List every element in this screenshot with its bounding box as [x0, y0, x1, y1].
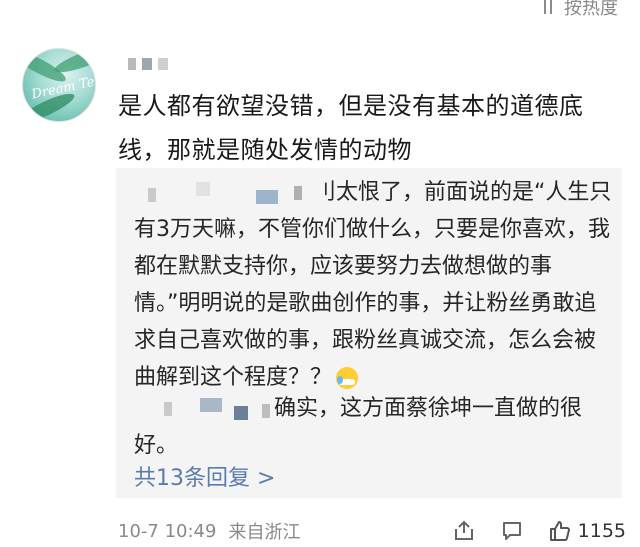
like-button[interactable]: 1155	[548, 519, 626, 543]
avatar[interactable]: Dream Team	[22, 48, 96, 122]
reply-box[interactable]: 刂太恨了，前面说的是“人生只有3万天嘛，不管你们做什么，只要是你喜欢，我都在默默…	[116, 168, 622, 498]
comment-time: 10-7 10:49	[118, 520, 217, 542]
sort-label: 按热度	[564, 0, 618, 18]
sort-toggle[interactable]: 按热度	[542, 0, 618, 18]
reply-1: 刂太恨了，前面说的是“人生只有3万天嘛，不管你们做什么，只要是你喜欢，我都在默默…	[134, 174, 614, 396]
like-count: 1155	[577, 520, 626, 542]
username-redacted[interactable]	[128, 58, 168, 70]
thumbs-up-icon	[549, 521, 570, 541]
comment-icon[interactable]	[500, 519, 524, 543]
comment-footer: 10-7 10:49 来自浙江 1155	[118, 516, 626, 546]
comment-text: 是人都有欲望没错，但是没有基本的道德底线，那就是随处发情的动物	[118, 92, 584, 164]
comment-location: 来自浙江	[228, 522, 301, 543]
reply-text: 刂太恨了，前面说的是“人生只有3万天嘛，不管你们做什么，只要是你喜欢，我都在默默…	[134, 180, 612, 390]
reply-2: 确实，这方面蔡徐坤一直做的很好。	[134, 390, 614, 464]
laugh-cry-mask-emoji	[336, 367, 359, 389]
reply-username-redacted[interactable]	[134, 394, 274, 424]
view-replies-link[interactable]: 共13条回复 >	[134, 460, 275, 492]
share-icon[interactable]	[452, 519, 476, 543]
avatar-leaf	[52, 49, 95, 77]
sort-icon	[542, 0, 558, 16]
reply-username-redacted[interactable]	[134, 178, 314, 208]
